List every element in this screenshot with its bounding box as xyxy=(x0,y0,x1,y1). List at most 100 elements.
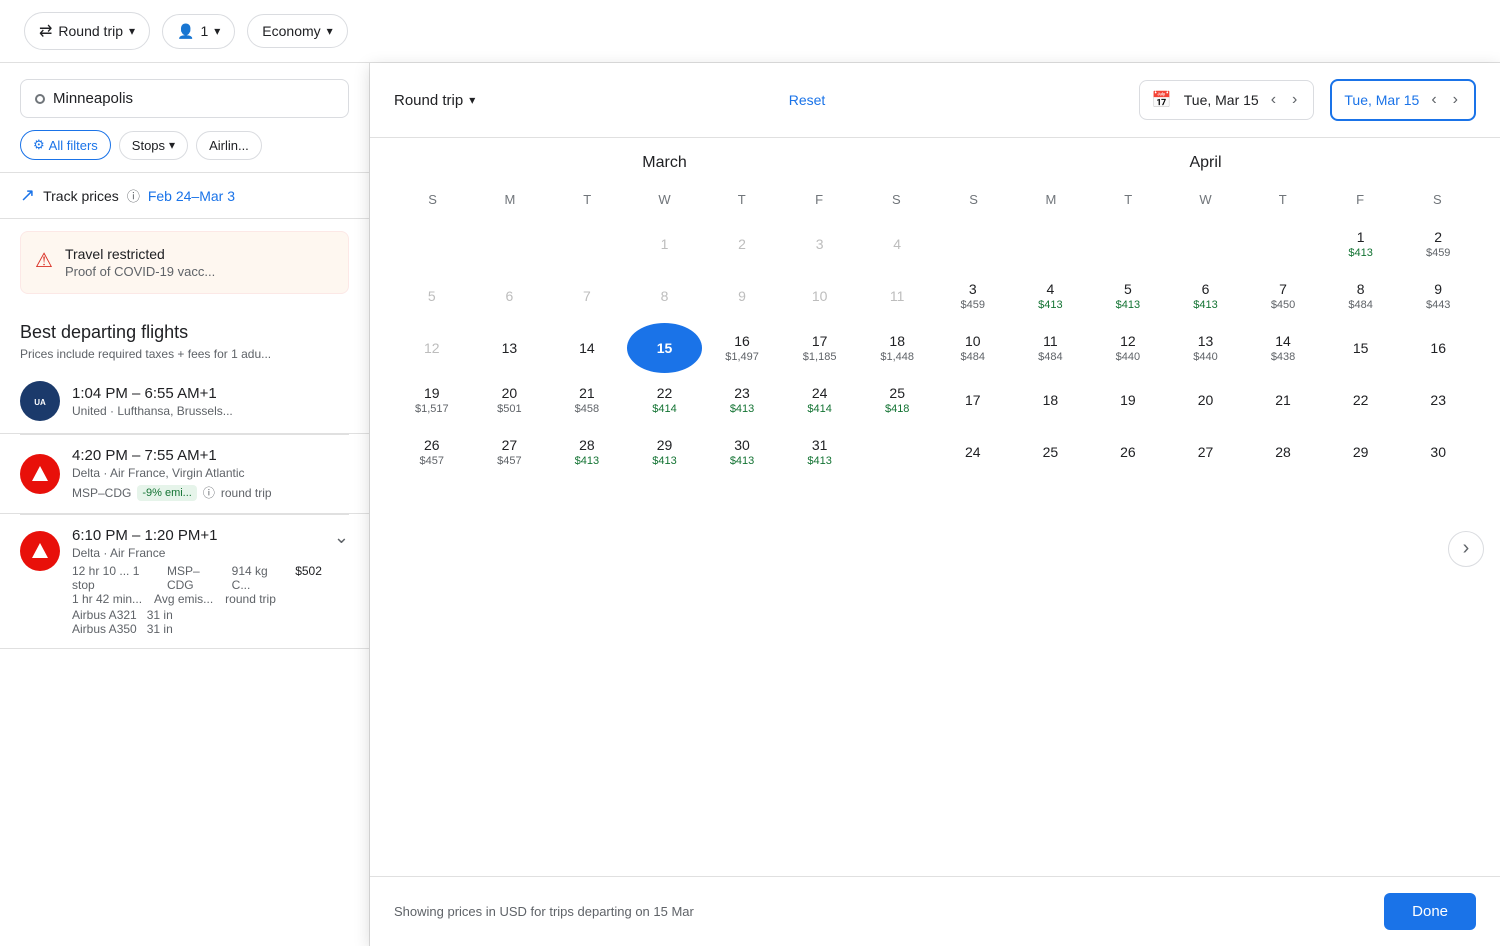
calendar-day[interactable]: 12$440 xyxy=(1090,323,1166,373)
calendar-day[interactable]: 11 xyxy=(859,271,935,321)
flight-card[interactable]: UA 1:04 PM – 6:55 AM+1 United · Lufthans… xyxy=(0,369,369,434)
calendar-day[interactable]: 8 xyxy=(627,271,703,321)
day-number: 23 xyxy=(734,385,750,402)
delta-airline-logo2 xyxy=(20,531,60,571)
calendar-day[interactable]: 21 xyxy=(1245,375,1321,425)
calendar-day[interactable]: 6$413 xyxy=(1168,271,1244,321)
calendar-day[interactable]: 10 xyxy=(782,271,858,321)
calendar-day[interactable]: 7 xyxy=(549,271,625,321)
filter-icon: ⚙ xyxy=(33,137,45,153)
expand-icon[interactable]: ⌄ xyxy=(334,527,349,548)
stops-button[interactable]: Stops ▾ xyxy=(119,131,188,160)
return-prev-button[interactable]: ‹ xyxy=(1427,89,1440,111)
flight-card-delta2[interactable]: 6:10 PM – 1:20 PM+1 Delta · Air France 1… xyxy=(0,515,369,649)
calendar-day[interactable]: 13$440 xyxy=(1168,323,1244,373)
calendar-day[interactable]: 12 xyxy=(394,323,470,373)
calendar-day[interactable]: 29 xyxy=(1323,427,1399,477)
done-button[interactable]: Done xyxy=(1384,893,1476,930)
calendar-day[interactable]: 18$1,448 xyxy=(859,323,935,373)
calendar-day xyxy=(472,219,548,269)
day-price: $1,185 xyxy=(803,351,837,363)
calendar-day[interactable]: 25 xyxy=(1013,427,1089,477)
passengers-label: 1 xyxy=(200,23,208,39)
calendar-day[interactable]: 29$413 xyxy=(627,427,703,477)
calendar-day[interactable]: 19 xyxy=(1090,375,1166,425)
flight-info: 1:04 PM – 6:55 AM+1 United · Lufthansa, … xyxy=(72,385,349,418)
calendar-day[interactable]: 9$443 xyxy=(1400,271,1476,321)
calendar-day[interactable]: 24 xyxy=(935,427,1011,477)
calendar-day[interactable]: 9 xyxy=(704,271,780,321)
weekday-sa2: S xyxy=(1399,188,1476,211)
calendar-day[interactable]: 2 xyxy=(704,219,780,269)
calendar-day[interactable]: 15 xyxy=(627,323,703,373)
all-filters-button[interactable]: ⚙ All filters xyxy=(20,130,111,160)
calendar-day[interactable]: 6 xyxy=(472,271,548,321)
search-input[interactable]: Minneapolis xyxy=(20,79,349,118)
day-number: 16 xyxy=(1430,340,1446,357)
flight-card-delta1[interactable]: 4:20 PM – 7:55 AM+1 Delta · Air France, … xyxy=(0,435,369,514)
cal-trip-selector[interactable]: Round trip ▾ xyxy=(394,92,475,109)
airlines-button[interactable]: Airlin... xyxy=(196,131,262,160)
calendar-day[interactable]: 24$414 xyxy=(782,375,858,425)
weekday-m2: M xyxy=(1012,188,1089,211)
calendar-day[interactable]: 17 xyxy=(935,375,1011,425)
return-next-button[interactable]: › xyxy=(1449,89,1462,111)
calendar-day[interactable]: 3$459 xyxy=(935,271,1011,321)
cal-next-month-button[interactable]: › xyxy=(1448,531,1484,567)
warning-icon: ⚠ xyxy=(35,248,53,273)
calendar-day[interactable]: 4$413 xyxy=(1013,271,1089,321)
calendar-day[interactable]: 5 xyxy=(394,271,470,321)
calendar-day[interactable]: 5$413 xyxy=(1090,271,1166,321)
calendar-day[interactable]: 14$438 xyxy=(1245,323,1321,373)
calendar-day[interactable]: 13 xyxy=(472,323,548,373)
day-number: 11 xyxy=(1043,333,1058,350)
calendar-day[interactable]: 16 xyxy=(1400,323,1476,373)
calendar-day[interactable]: 17$1,185 xyxy=(782,323,858,373)
round-trip-button[interactable]: ⇄ Round trip ▾ xyxy=(24,12,150,50)
day-number: 6 xyxy=(1202,281,1210,298)
calendar-day[interactable]: 30$413 xyxy=(704,427,780,477)
calendar-day[interactable]: 8$484 xyxy=(1323,271,1399,321)
cal-return-date: Tue, Mar 15 ‹ › xyxy=(1330,79,1476,121)
calendar-day[interactable]: 4 xyxy=(859,219,935,269)
calendar-day[interactable]: 31$413 xyxy=(782,427,858,477)
calendar-day[interactable]: 1$413 xyxy=(1323,219,1399,269)
day-price: $440 xyxy=(1193,351,1217,363)
calendar-day[interactable]: 18 xyxy=(1013,375,1089,425)
calendar-day[interactable]: 21$458 xyxy=(549,375,625,425)
calendar-day[interactable]: 20$501 xyxy=(472,375,548,425)
cabin-button[interactable]: Economy ▾ xyxy=(247,14,347,48)
calendar-day[interactable]: 11$484 xyxy=(1013,323,1089,373)
depart-next-button[interactable]: › xyxy=(1288,89,1301,111)
calendar-day xyxy=(1013,219,1089,269)
calendar-day[interactable]: 16$1,497 xyxy=(704,323,780,373)
calendar-day[interactable]: 7$450 xyxy=(1245,271,1321,321)
calendar-day[interactable]: 26 xyxy=(1090,427,1166,477)
calendar-day[interactable]: 23 xyxy=(1400,375,1476,425)
calendar-day[interactable]: 19$1,517 xyxy=(394,375,470,425)
day-number: 24 xyxy=(812,385,828,402)
passengers-button[interactable]: 👤 1 ▾ xyxy=(162,14,235,49)
calendar-day[interactable]: 1 xyxy=(627,219,703,269)
calendar-day[interactable]: 22$414 xyxy=(627,375,703,425)
weekday-w2: W xyxy=(1167,188,1244,211)
calendar-day[interactable]: 26$457 xyxy=(394,427,470,477)
calendar-day[interactable]: 2$459 xyxy=(1400,219,1476,269)
calendar-day[interactable]: 27$457 xyxy=(472,427,548,477)
calendar-day[interactable]: 30 xyxy=(1400,427,1476,477)
calendar-day[interactable]: 22 xyxy=(1323,375,1399,425)
calendar-day[interactable]: 15 xyxy=(1323,323,1399,373)
calendar-day[interactable]: 27 xyxy=(1168,427,1244,477)
calendar-day[interactable]: 28$413 xyxy=(549,427,625,477)
calendar-day[interactable]: 23$413 xyxy=(704,375,780,425)
calendar-day[interactable]: 10$484 xyxy=(935,323,1011,373)
calendar-day[interactable]: 3 xyxy=(782,219,858,269)
calendar-day[interactable]: 25$418 xyxy=(859,375,935,425)
calendar-day[interactable]: 20 xyxy=(1168,375,1244,425)
day-price: $413 xyxy=(1348,247,1372,259)
depart-prev-button[interactable]: ‹ xyxy=(1267,89,1280,111)
day-price: $457 xyxy=(497,455,521,467)
cal-reset-button[interactable]: Reset xyxy=(789,92,826,108)
calendar-day[interactable]: 14 xyxy=(549,323,625,373)
calendar-day[interactable]: 28 xyxy=(1245,427,1321,477)
